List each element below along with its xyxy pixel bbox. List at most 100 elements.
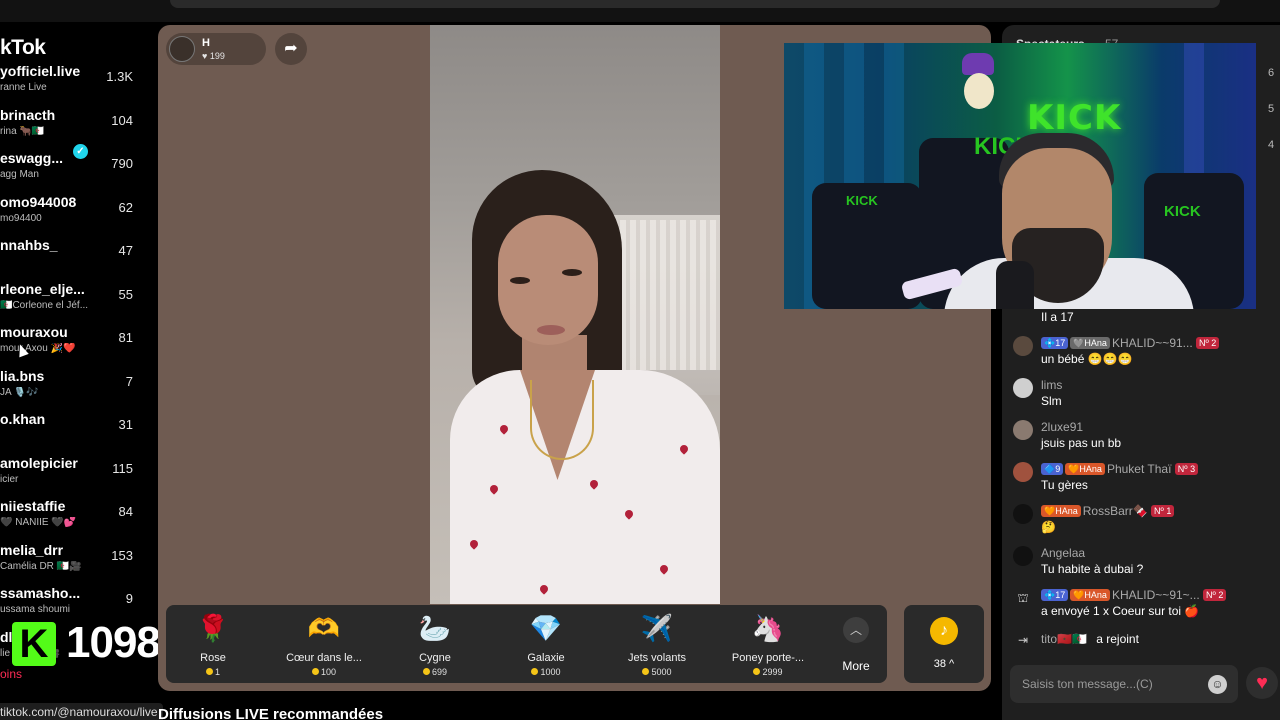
user-badge: 🩶HAna: [1070, 337, 1110, 349]
like-heart-icon[interactable]: ♥: [1246, 667, 1278, 699]
chat-username[interactable]: KHALID~~91~...: [1112, 588, 1200, 602]
account-viewer-count: 47: [118, 243, 133, 258]
more-label: More: [842, 659, 870, 673]
get-coins-link[interactable]: oins: [0, 667, 22, 681]
chat-message-header: Angelaa: [1041, 546, 1085, 560]
chat-username[interactable]: Angelaa: [1041, 546, 1085, 560]
gift-price-value: 1: [214, 667, 220, 677]
avatar[interactable]: [1013, 336, 1033, 356]
account-name: mouraxou: [0, 324, 68, 340]
chat-message-text: Slm: [1041, 394, 1062, 408]
account-name: rleone_elje...: [0, 280, 85, 297]
followed-account-item[interactable]: omo944008 mo94400 62: [0, 194, 150, 234]
chat-username[interactable]: lims: [1041, 378, 1062, 392]
chat-message-text: Tu habite à dubai ?: [1041, 562, 1144, 576]
tiktok-coin-icon: ♪: [930, 617, 958, 645]
microphone-icon: [996, 261, 1034, 309]
gift-price: 5000: [607, 667, 707, 677]
avatar[interactable]: [1013, 504, 1033, 524]
user-badge: 💠17: [1041, 337, 1069, 349]
host-name: H: [202, 37, 210, 49]
avatar[interactable]: [1013, 378, 1033, 398]
gift-name: Poney porte-...: [731, 652, 805, 664]
account-name: melia_drr: [0, 541, 64, 558]
gift-icon: 🫶: [307, 613, 341, 643]
gift-price: 699: [385, 667, 485, 677]
followed-account-item[interactable]: amolepicier icier 115: [0, 455, 150, 495]
account-viewer-count: 84: [118, 504, 133, 519]
chat-username[interactable]: 2luxe91: [1041, 420, 1083, 434]
user-badge: 🧡HAna: [1041, 505, 1081, 517]
avatar[interactable]: [1013, 546, 1033, 566]
chat-username[interactable]: KHALID~~91...: [1112, 336, 1193, 350]
chat-message-text: Tu gères: [1041, 478, 1088, 492]
gift-name: Rose: [200, 652, 226, 664]
mascot-hat: [962, 53, 994, 75]
emoji-icon[interactable]: ☺: [1208, 675, 1227, 694]
followed-account-item[interactable]: brinacth rina 🐂🇩🇿 104: [0, 107, 150, 147]
share-icon[interactable]: ➦: [275, 33, 307, 65]
live-video[interactable]: [430, 25, 720, 604]
gift-icon: 🦢: [418, 613, 452, 643]
coin-balance-button[interactable]: ♪ 38 ^: [904, 605, 984, 683]
account-nickname: rina 🐂🇩🇿: [0, 125, 45, 137]
chat-username[interactable]: Phuket Thaï: [1107, 462, 1172, 476]
gift-price-value: 100: [320, 667, 337, 677]
followed-account-item[interactable]: o.khan 31: [0, 411, 150, 451]
mascot-icon: [956, 53, 1000, 113]
followed-account-item[interactable]: lia.bns JA 🎙️🎶 7: [0, 368, 150, 408]
chat-message-header: 2luxe91: [1041, 420, 1083, 434]
gift-price-value: 2999: [762, 667, 783, 677]
chat-username[interactable]: tito🇲🇦🇩🇿: [1041, 632, 1087, 646]
followed-account-item[interactable]: melia_drr Camélia DR 🇩🇿🎥 153: [0, 542, 150, 582]
gift-item[interactable]: 🦢 Cygne 699: [385, 605, 485, 683]
sidebar: kTok yofficiel.live ranne Live 1.3K brinact…: [0, 22, 161, 720]
coin-icon: [311, 668, 319, 675]
followed-account-item[interactable]: nnahbs_ 47: [0, 237, 150, 277]
rank-badge: Nº 2: [1203, 589, 1227, 601]
kick-neon-logo: KICK: [1027, 98, 1122, 138]
coin-icon: [531, 668, 539, 675]
chat-username[interactable]: RossBarr🍫: [1083, 504, 1148, 518]
chat-message-text: Il a 17: [1041, 310, 1074, 324]
gift-item[interactable]: ✈️ Jets volants 5000: [607, 605, 707, 683]
avatar[interactable]: [1013, 420, 1033, 440]
followed-account-item[interactable]: niiestaffie 🖤 NANIIE 🖤💕 84: [0, 498, 150, 538]
gift-price: 1: [163, 667, 263, 677]
join-event-icon: ⇥: [1017, 633, 1029, 647]
account-nickname: agg Man: [0, 169, 39, 180]
account-name: eswagg...: [0, 150, 64, 166]
status-bar-url: tiktok.com/@namouraxou/live: [0, 703, 163, 720]
gift-name: Cygne: [419, 652, 451, 664]
followed-account-item[interactable]: rleone_elje... 🇩🇿Corleone el Jéf... 55: [0, 281, 150, 321]
tiktok-logo[interactable]: kTok: [0, 36, 46, 60]
gift-price: 100: [274, 667, 374, 677]
chat-message-header: 💠17 🧡HAna KHALID~~91~... Nº 2: [1041, 588, 1228, 602]
account-viewer-count: 790: [111, 156, 133, 171]
gift-item[interactable]: 🌹 Rose 1: [163, 605, 263, 683]
gift-price-value: 1000: [540, 667, 561, 677]
chat-message-input[interactable]: [1010, 665, 1238, 703]
account-nickname: icier: [0, 473, 19, 485]
mascot-face: [964, 73, 994, 109]
gift-icon: 🌹: [196, 613, 230, 643]
gift-item[interactable]: 🦄 Poney porte-... 2999: [718, 605, 818, 683]
gift-price: 1000: [496, 667, 596, 677]
more-gifts-button[interactable]: ︿ More: [806, 605, 906, 683]
account-nickname: 🖤 NANIIE 🖤💕: [0, 517, 77, 528]
host-likes: ♥ 199: [202, 51, 225, 61]
followed-account-item[interactable]: yofficiel.live ranne Live 1.3K: [0, 63, 150, 103]
host-profile[interactable]: H ♥ 199: [166, 33, 266, 65]
account-nickname: JA 🎙️🎶: [0, 386, 39, 398]
gift-bar: 🌹 Rose 1 🫶 Cœur dans le... 100 🦢 Cygne 699 💎 Galax…: [166, 605, 887, 683]
account-viewer-count: 104: [111, 112, 133, 128]
user-badge: 🔷9: [1041, 463, 1064, 475]
chat-message-text: un bébé 😁😁😁: [1041, 352, 1133, 366]
rank-badge: Nº 1: [1151, 505, 1175, 517]
gift-item[interactable]: 🫶 Cœur dans le... 100: [274, 605, 374, 683]
user-badge: 🧡HAna: [1070, 589, 1110, 601]
webcam-overlay: KICK KICK KICK KICK: [784, 43, 1256, 309]
chat-message-header: 💠17 🩶HAna KHALID~~91... Nº 2: [1041, 336, 1221, 350]
avatar[interactable]: [1013, 462, 1033, 482]
gift-item[interactable]: 💎 Galaxie 1000: [496, 605, 596, 683]
